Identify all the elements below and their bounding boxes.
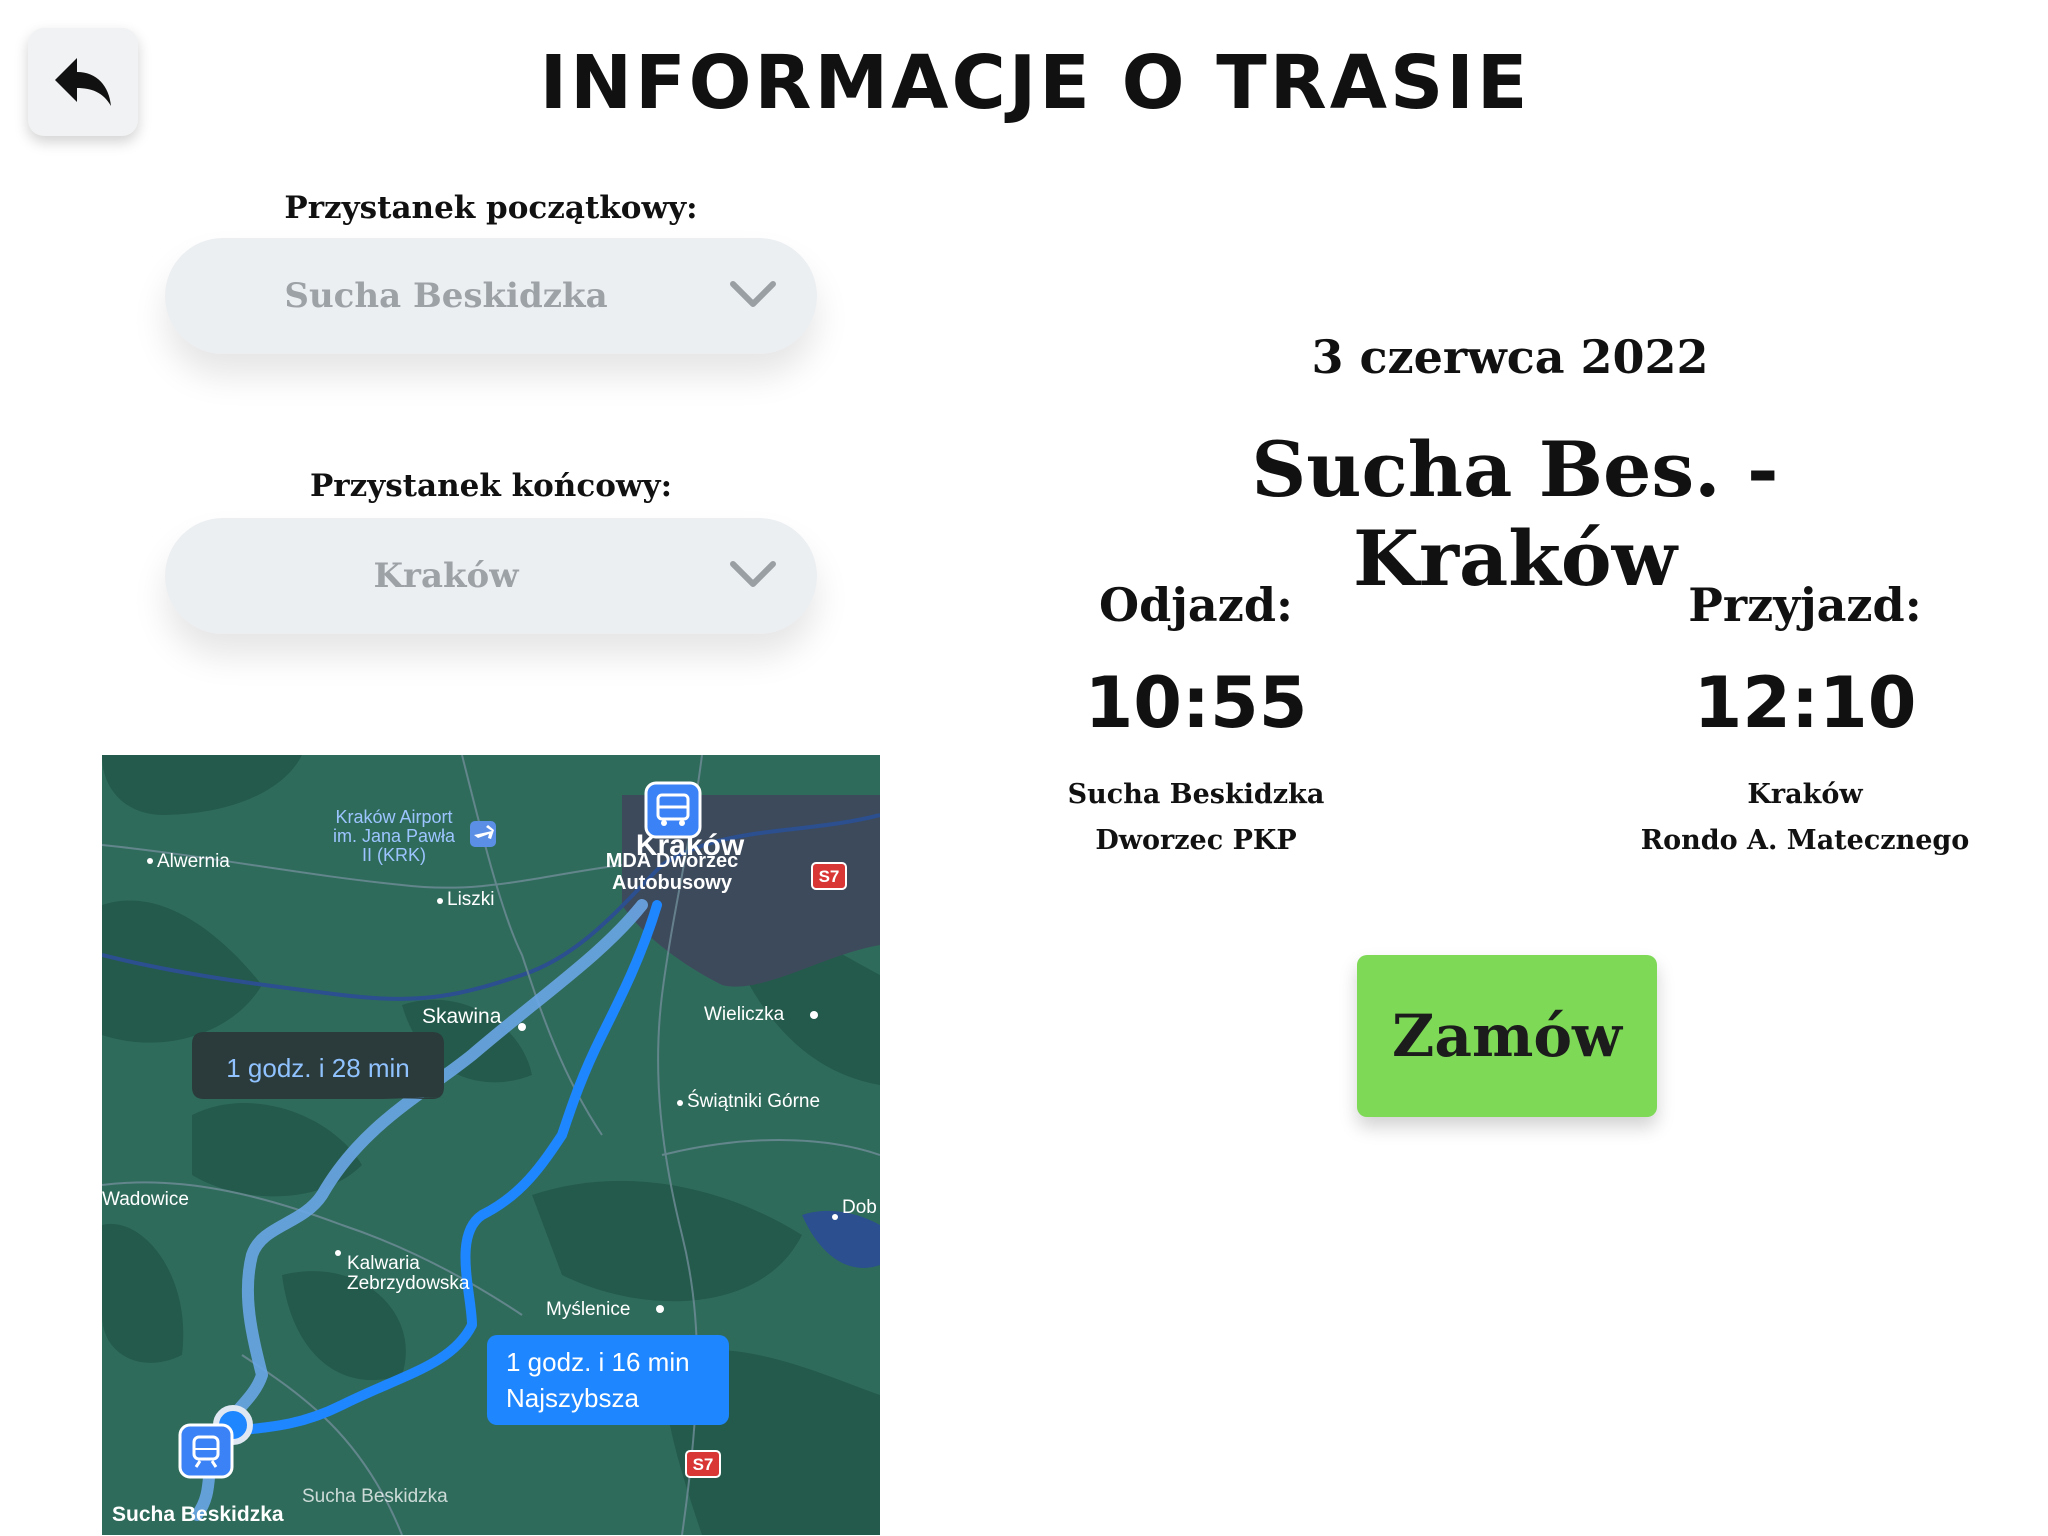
airport-icon (470, 821, 496, 847)
bus-station-marker-icon[interactable] (644, 781, 702, 839)
map-label-mda-1: MDA Dworzec (606, 850, 739, 872)
s7-road-sign-north: S7 (811, 862, 847, 890)
arrival-stop-detail: Rondo A. Matecznego (1640, 825, 1970, 856)
map-label-alwernia: Alwernia (157, 851, 230, 872)
page-title: INFORMACJE O TRASIE (539, 40, 1531, 126)
map-label-wieliczka: Wieliczka (704, 1004, 785, 1025)
order-button[interactable]: Zamów (1357, 955, 1657, 1117)
map-label-kalwaria-1: Kalwaria (347, 1253, 420, 1274)
fastest-route-duration: 1 godz. i 16 min (506, 1347, 690, 1377)
departure-label: Odjazd: (1099, 578, 1293, 632)
map-label-skawina: Skawina (422, 1005, 502, 1028)
alt-route-duration: 1 godz. i 28 min (226, 1053, 410, 1083)
alt-route-callout[interactable]: 1 godz. i 28 min (192, 1032, 446, 1099)
trip-date: 3 czerwca 2022 (1311, 330, 1709, 384)
back-arrow-icon (55, 58, 111, 106)
map-label-sucha-faded: Sucha Beskidzka (302, 1486, 448, 1507)
departure-time: 10:55 (1084, 662, 1308, 744)
map-label-kalwaria-2: Zebrzydowska (347, 1273, 470, 1294)
end-stop-select[interactable]: Kraków (165, 518, 817, 634)
map-label-airport-2: im. Jana Pawła (333, 826, 456, 846)
arrival-stop-name: Kraków (1747, 779, 1863, 810)
start-stop-value: Sucha Beskidzka (284, 276, 608, 316)
map-label-airport-1: Kraków Airport (335, 807, 452, 827)
map-label-airport-3: II (KRK) (362, 845, 426, 865)
map-label-dob: Dob (842, 1197, 877, 1218)
route-map[interactable]: S7 S7 Alwernia Liszki Skawina Wieliczka … (102, 755, 880, 1535)
map-label-sucha: Sucha Beskidzka (112, 1503, 284, 1526)
back-button[interactable] (28, 28, 138, 136)
chevron-down-icon (730, 561, 776, 587)
route-title: Sucha Bes. - Kraków (1251, 425, 1779, 603)
start-stop-select[interactable]: Sucha Beskidzka (165, 238, 817, 354)
map-label-myslenice: Myślenice (546, 1299, 630, 1320)
arrival-time: 12:10 (1693, 662, 1917, 744)
train-station-marker-icon[interactable] (178, 1423, 234, 1479)
departure-stop-detail: Dworzec PKP (1095, 825, 1297, 856)
map-label-swiatniki: Świątniki Górne (687, 1090, 820, 1112)
chevron-down-icon (730, 281, 776, 307)
s7-road-sign-south: S7 (685, 1450, 721, 1478)
map-label-wadowice: Wadowice (102, 1189, 189, 1210)
map-label-liszki: Liszki (447, 889, 495, 910)
svg-text:S7: S7 (819, 867, 840, 886)
arrival-label: Przyjazd: (1688, 578, 1922, 632)
fastest-route-note: Najszybsza (506, 1383, 639, 1413)
departure-stop-name: Sucha Beskidzka (1067, 779, 1325, 810)
end-stop-value: Kraków (373, 556, 519, 596)
svg-text:S7: S7 (693, 1455, 714, 1474)
end-stop-label: Przystanek końcowy: (309, 468, 673, 504)
fastest-route-callout[interactable]: 1 godz. i 16 min Najszybsza (487, 1335, 729, 1425)
map-label-mda-2: Autobusowy (612, 872, 733, 894)
start-stop-label: Przystanek początkowy: (284, 190, 698, 226)
